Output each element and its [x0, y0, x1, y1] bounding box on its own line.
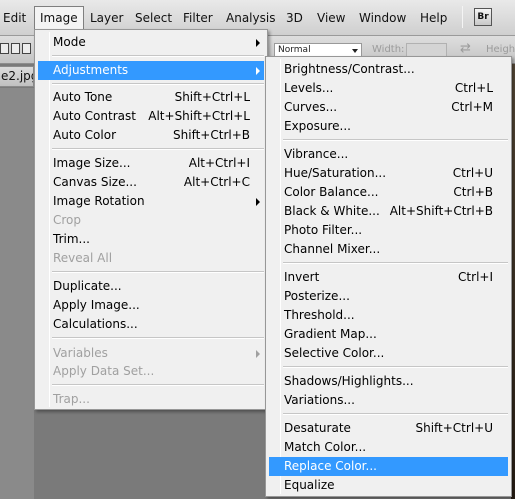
menu-item-apply-image[interactable]: Apply Image... — [38, 296, 264, 315]
chevron-right-icon — [256, 67, 260, 75]
canvas-area — [0, 88, 34, 499]
style-select-value: Normal — [278, 45, 311, 55]
menu-item-crop: Crop — [53, 213, 82, 227]
menu-view[interactable]: View — [317, 10, 345, 27]
menu-item-invert[interactable]: Invert Ctrl+I — [269, 268, 508, 287]
image-menu: Mode Adjustments Auto Tone Shift+Ctrl+L … — [34, 29, 268, 410]
menu-item-canvas-size[interactable]: Canvas Size... Alt+Ctrl+C — [38, 173, 264, 192]
style-select[interactable]: Normal — [274, 43, 362, 57]
menu-item-variations[interactable]: Variations... — [269, 391, 508, 410]
menu-item-adjustments[interactable]: Adjustments — [38, 61, 264, 80]
menu-item-reveal-all: Reveal All — [53, 251, 113, 265]
menu-item-auto-contrast[interactable]: Auto Contrast Alt+Shift+Ctrl+L — [38, 107, 264, 126]
menu-item-hue-saturation[interactable]: Hue/Saturation... Ctrl+U — [269, 164, 508, 183]
menu-item-duplicate[interactable]: Duplicate... — [38, 277, 264, 296]
menubar-divider — [462, 6, 463, 28]
menu-edit[interactable]: Edit — [3, 10, 26, 27]
subtract-selection-icon[interactable] — [22, 43, 31, 54]
menu-item-auto-color[interactable]: Auto Color Shift+Ctrl+B — [38, 126, 264, 145]
menu-item-match-color[interactable]: Match Color... — [269, 438, 508, 457]
menu-item-variables: Variables — [38, 344, 264, 363]
document-tab[interactable]: e2.jpg — [0, 66, 34, 87]
menu-item-channel-mixer[interactable]: Channel Mixer... — [269, 240, 508, 259]
menu-item-mode[interactable]: Mode — [38, 33, 264, 52]
new-selection-icon[interactable] — [0, 43, 9, 54]
height-label: Heigh — [486, 44, 515, 55]
menu-item-color-balance[interactable]: Color Balance... Ctrl+B — [269, 183, 508, 202]
menu-analysis[interactable]: Analysis — [226, 10, 275, 27]
width-field[interactable] — [406, 43, 447, 57]
adjustments-submenu: Brightness/Contrast... Levels... Ctrl+L … — [265, 56, 512, 497]
menu-filter[interactable]: Filter — [183, 10, 213, 27]
menu-item-threshold[interactable]: Threshold... — [269, 306, 508, 325]
bridge-button[interactable]: Br — [474, 8, 492, 26]
menu-item-replace-color[interactable]: Replace Color... — [269, 457, 508, 476]
chevron-right-icon — [256, 350, 260, 358]
menu-item-black-white[interactable]: Black & White... Alt+Shift+Ctrl+B — [269, 202, 508, 221]
menu-item-curves[interactable]: Curves... Ctrl+M — [269, 98, 508, 117]
menu-item-calculations[interactable]: Calculations... — [38, 315, 264, 334]
menu-item-shadows-highlights[interactable]: Shadows/Highlights... — [269, 372, 508, 391]
menu-item-equalize[interactable]: Equalize — [269, 476, 508, 495]
menu-layer[interactable]: Layer — [90, 10, 123, 27]
menu-item-gradient-map[interactable]: Gradient Map... — [269, 325, 508, 344]
menu-3d[interactable]: 3D — [286, 10, 303, 27]
menu-item-selective-color[interactable]: Selective Color... — [269, 344, 508, 363]
menu-item-trap: Trap... — [53, 392, 90, 406]
menu-item-image-rotation[interactable]: Image Rotation — [38, 192, 264, 211]
add-selection-icon[interactable] — [11, 43, 20, 54]
menu-item-levels[interactable]: Levels... Ctrl+L — [269, 79, 508, 98]
menu-item-image-size[interactable]: Image Size... Alt+Ctrl+I — [38, 154, 264, 173]
menu-item-trim[interactable]: Trim... — [38, 230, 264, 249]
menu-window[interactable]: Window — [359, 10, 406, 27]
menu-item-auto-tone[interactable]: Auto Tone Shift+Ctrl+L — [38, 88, 264, 107]
menu-item-apply-data-set: Apply Data Set... — [53, 364, 155, 378]
menu-item-brightness-contrast[interactable]: Brightness/Contrast... — [269, 60, 508, 79]
swap-icon[interactable]: ⇄ — [460, 42, 474, 56]
menu-item-posterize[interactable]: Posterize... — [269, 287, 508, 306]
menu-help[interactable]: Help — [420, 10, 447, 27]
menu-item-photo-filter[interactable]: Photo Filter... — [269, 221, 508, 240]
chevron-down-icon — [352, 49, 358, 53]
menu-item-exposure[interactable]: Exposure... — [269, 117, 508, 136]
menu-select[interactable]: Select — [135, 10, 172, 27]
menu-image[interactable]: Image — [34, 6, 84, 30]
chevron-right-icon — [256, 198, 260, 206]
menu-item-vibrance[interactable]: Vibrance... — [269, 145, 508, 164]
width-label: Width: — [372, 44, 405, 55]
chevron-right-icon — [256, 39, 260, 47]
menu-item-desaturate[interactable]: Desaturate Shift+Ctrl+U — [269, 419, 508, 438]
